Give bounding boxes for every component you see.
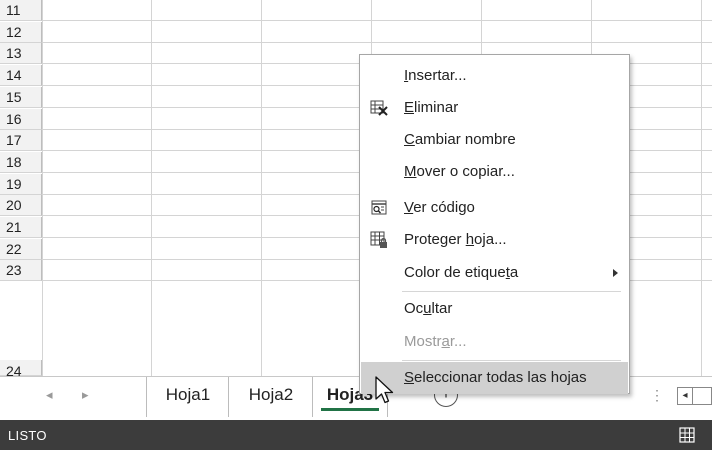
next-sheet-arrow-icon[interactable]: ▸ — [82, 387, 89, 403]
protect-sheet-icon — [370, 231, 387, 248]
menu-item-label: Ver código — [404, 199, 475, 216]
menu-item-mostrar: Mostrar... — [361, 326, 628, 358]
normal-view-icon[interactable] — [679, 427, 695, 443]
menu-item-cambiar-nombre[interactable]: Cambiar nombre — [361, 124, 628, 156]
row-header[interactable]: 18 — [0, 152, 42, 173]
status-bar: LISTO — [0, 420, 712, 450]
sheet-tab-hoja2[interactable]: Hoja2 — [228, 377, 313, 417]
status-text: LISTO — [8, 428, 47, 443]
row-header[interactable]: 17 — [0, 130, 42, 151]
row-header[interactable]: 19 — [0, 174, 42, 195]
menu-item-proteger-hoja[interactable]: Proteger hoja... — [361, 224, 628, 256]
sheet-tab-label: Hoja1 — [165, 385, 211, 404]
menu-item-label: Proteger hoja... — [404, 231, 507, 248]
menu-item-seleccionar-todas-las-hojas[interactable]: Seleccionar todas las hojas — [361, 362, 628, 394]
submenu-arrow-icon — [613, 269, 618, 277]
scroll-left-button[interactable]: ◂ — [677, 387, 693, 405]
menu-item-label: Mover o copiar... — [404, 163, 515, 180]
row-cells[interactable] — [43, 22, 712, 43]
menu-item-label: Seleccionar todas las hojas — [404, 369, 587, 386]
row-header[interactable]: 15 — [0, 87, 42, 108]
row-header[interactable]: 13 — [0, 43, 42, 64]
row-cells[interactable] — [43, 0, 712, 21]
menu-item-label: Mostrar... — [404, 333, 467, 350]
menu-separator — [402, 360, 621, 361]
menu-item-ver-codigo[interactable]: Ver código — [361, 192, 628, 224]
menu-item-label: Eliminar — [404, 99, 459, 116]
grid-row: 11 — [0, 0, 712, 21]
delete-sheet-icon — [370, 100, 388, 116]
sheet-tab-label: Hoja2 — [248, 385, 294, 404]
menu-item-mover-o-copiar[interactable]: Mover o copiar... — [361, 156, 628, 188]
sheet-context-menu: Insertar... Eliminar Cambiar nombre Move… — [359, 54, 630, 394]
row-header[interactable]: 24 — [0, 360, 42, 376]
view-code-icon — [371, 200, 387, 215]
menu-item-eliminar[interactable]: Eliminar — [361, 92, 628, 124]
active-tab-underline — [321, 408, 379, 411]
row-header[interactable]: 11 — [0, 0, 42, 21]
sheet-tab-hoja1[interactable]: Hoja1 — [146, 377, 229, 417]
menu-item-label: Insertar... — [404, 67, 467, 84]
tab-split-handle-icon[interactable]: ⋮ — [650, 387, 664, 404]
row-header[interactable]: 12 — [0, 22, 42, 43]
menu-separator — [402, 291, 621, 292]
menu-item-color-de-etiqueta[interactable]: Color de etiqueta — [361, 257, 628, 289]
menu-item-label: Ocultar — [404, 300, 453, 317]
menu-item-insertar[interactable]: Insertar... — [361, 60, 628, 92]
horizontal-scrollbar[interactable] — [693, 387, 712, 405]
menu-item-label: Color de etiqueta — [404, 264, 519, 281]
menu-item-label: Cambiar nombre — [404, 131, 516, 148]
row-header[interactable]: 22 — [0, 239, 42, 260]
previous-sheet-arrow-icon[interactable]: ◂ — [46, 387, 53, 403]
menu-item-ocultar[interactable]: Ocultar — [361, 293, 628, 325]
row-header[interactable]: 14 — [0, 65, 42, 86]
row-header[interactable]: 16 — [0, 109, 42, 130]
row-header[interactable]: 23 — [0, 260, 42, 281]
row-header[interactable]: 20 — [0, 195, 42, 216]
row-header[interactable]: 21 — [0, 217, 42, 238]
grid-row: 12 — [0, 22, 712, 43]
